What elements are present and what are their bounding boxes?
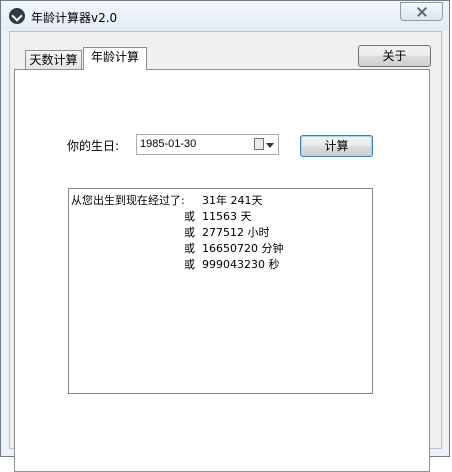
tab-label: 年龄计算 (90, 50, 139, 64)
tab-age-calc[interactable]: 年龄计算 (83, 47, 147, 70)
result-or: 或 (184, 258, 195, 271)
result-line: 16650720 分钟 (202, 242, 284, 255)
calculate-button[interactable]: 计算 (300, 135, 373, 157)
result-or: 或 (184, 210, 195, 223)
result-line: 11563 天 (202, 210, 252, 223)
birthday-value: 1985-01-30 (140, 138, 197, 150)
app-icon[interactable] (9, 8, 25, 24)
result-or: 或 (184, 242, 195, 255)
title-bar[interactable]: 年龄计算器v2.0 (1, 1, 449, 31)
about-button-label: 关于 (382, 49, 407, 63)
calculate-button-label: 计算 (324, 139, 349, 153)
result-prefix: 从您出生到现在经过了: (71, 194, 185, 207)
result-line: 999043230 秒 (202, 258, 280, 271)
result-line: 31年 241天 (202, 194, 263, 207)
calendar-icon[interactable] (254, 138, 264, 150)
app-window: 年龄计算器v2.0 天数计算 年龄计算 关于 你的生日: 1985-01-30 … (0, 0, 450, 472)
tab-label: 天数计算 (29, 53, 78, 67)
result-or: 或 (184, 226, 195, 239)
tab-days-calc[interactable]: 天数计算 (25, 50, 82, 70)
about-button[interactable]: 关于 (358, 45, 431, 67)
window-title: 年龄计算器v2.0 (31, 11, 118, 25)
birthday-date-picker[interactable]: 1985-01-30 (136, 134, 279, 155)
result-line: 277512 小时 (202, 226, 270, 239)
close-button[interactable] (400, 2, 443, 21)
dropdown-arrow-icon[interactable] (266, 143, 274, 148)
result-textarea[interactable]: 从您出生到现在经过了: 31年 241天 或 11563 天 或 277512 … (68, 188, 373, 394)
birthday-label: 你的生日: (67, 139, 120, 153)
